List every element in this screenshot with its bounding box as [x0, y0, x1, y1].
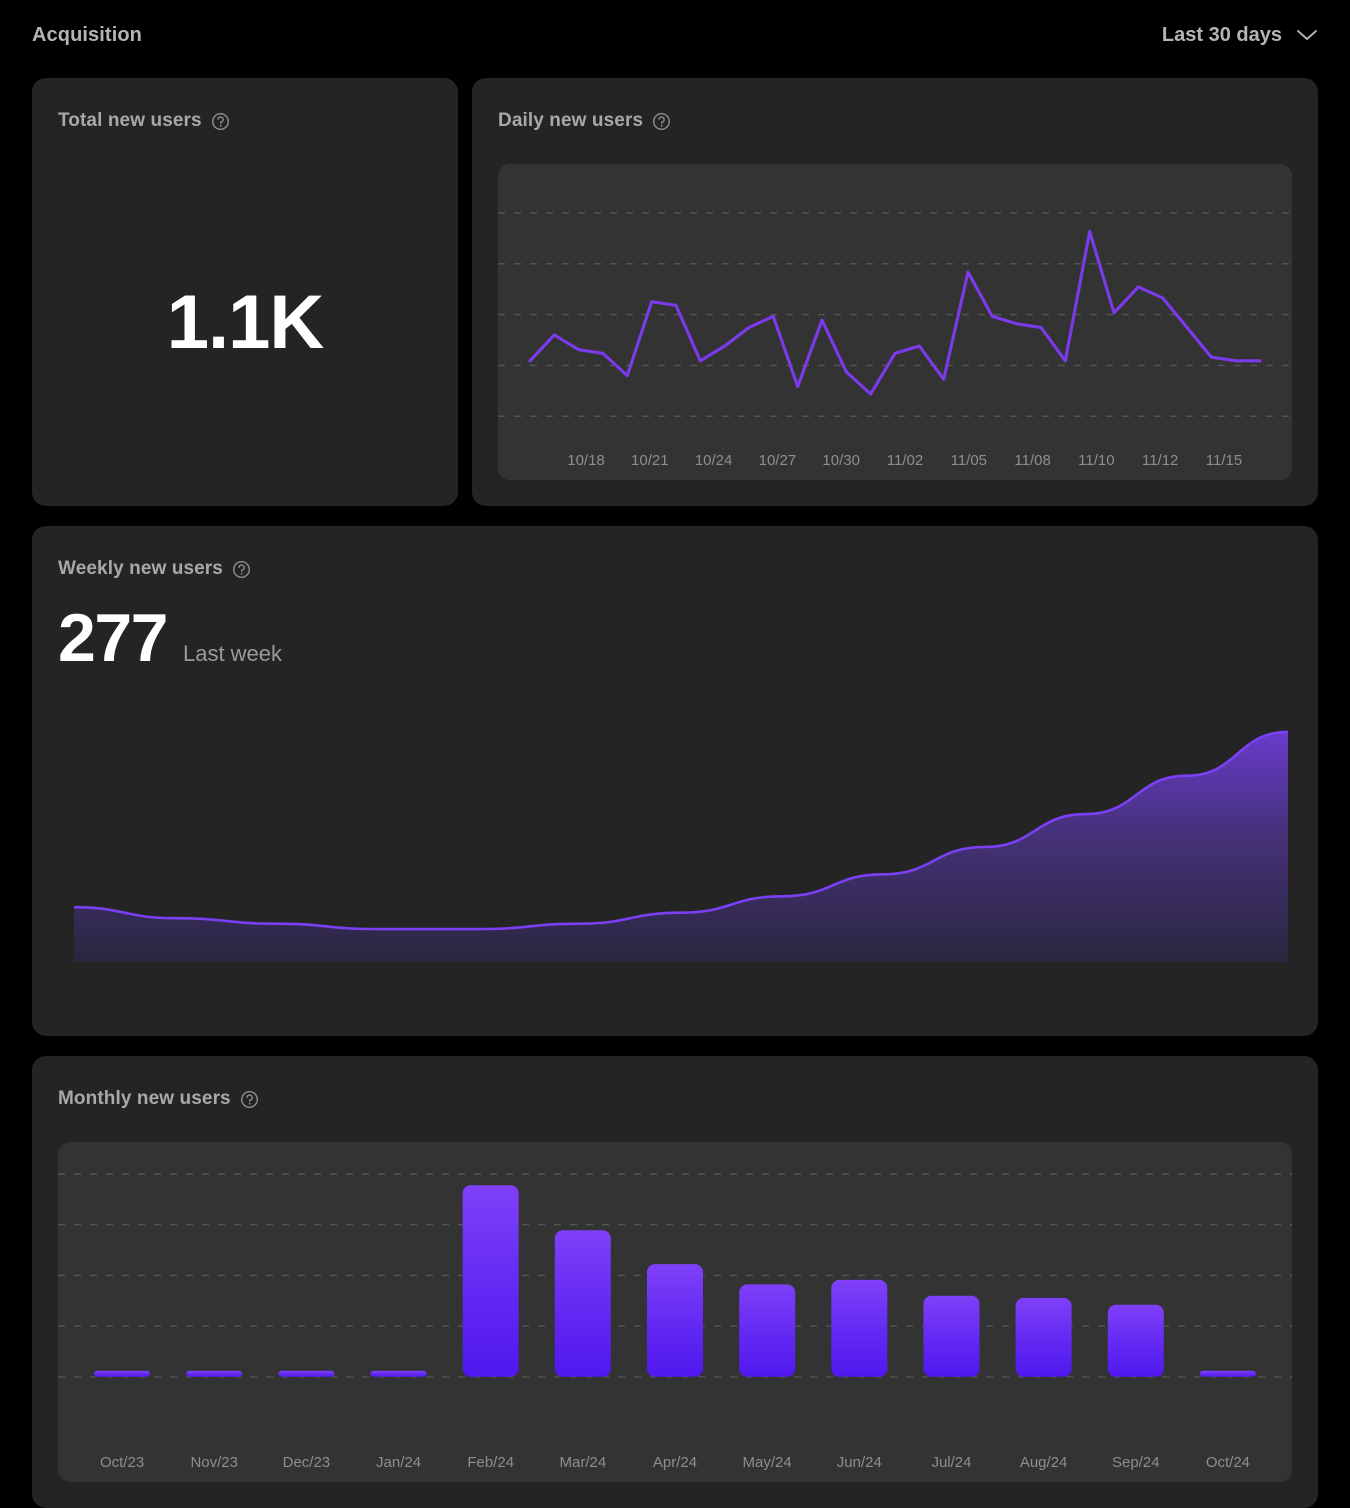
axis-tick-label: Oct/23: [99, 1454, 145, 1471]
axis-tick-label: 11/12: [1141, 452, 1179, 469]
dashboard-page: Acquisition Last 30 days Total new users…: [0, 0, 1350, 1508]
card-header: Daily new users: [498, 110, 671, 132]
axis-tick-label: Apr/24: [652, 1454, 698, 1471]
axis-tick-label: Mar/24: [559, 1454, 607, 1471]
card-title: Total new users: [58, 110, 202, 131]
page-title: Acquisition: [32, 23, 142, 46]
axis-tick-label: 10/27: [758, 452, 797, 469]
axis-tick-label: Jul/24: [931, 1454, 972, 1471]
axis-tick-label: Aug/24: [1019, 1454, 1068, 1471]
monthly-new-users-chart[interactable]: Oct/23 Nov/23 Dec/23 Jan/24 Feb/24 Mar/24 Apr/…: [58, 1142, 1292, 1482]
monthly-bar-chart-svg: [58, 1173, 1292, 1378]
axis-tick-label: 10/24: [694, 452, 733, 469]
date-range-dropdown[interactable]: Last 30 days: [1162, 24, 1318, 47]
page-header: Acquisition Last 30 days: [0, 0, 1350, 70]
card-header: Total new users: [58, 110, 230, 132]
axis-tick-label: Dec/23: [282, 1454, 331, 1471]
card-title: Weekly new users: [58, 558, 223, 579]
axis-tick-label: May/24: [742, 1454, 792, 1471]
axis-tick-label: 11/15: [1205, 452, 1243, 469]
card-header: Weekly new users: [58, 558, 251, 580]
axis-tick-label: Sep/24: [1111, 1454, 1160, 1471]
axis-tick-label: 11/02: [886, 452, 924, 469]
daily-new-users-chart[interactable]: 10/18 10/21 10/24 10/27 10/30 11/02 11/05 11/08…: [498, 164, 1292, 480]
help-circle-icon[interactable]: [240, 1090, 259, 1109]
daily-line-chart-svg: [498, 212, 1292, 417]
help-circle-icon[interactable]: [232, 560, 251, 579]
daily-x-axis-labels: 10/18 10/21 10/24 10/27 10/30 11/02 11/05 11/08…: [498, 452, 1292, 472]
weekly-area-chart-svg: [74, 730, 1288, 962]
axis-tick-label: Jun/24: [836, 1454, 882, 1471]
axis-tick-label: 10/30: [822, 452, 860, 469]
axis-tick-label: Oct/24: [1205, 1454, 1251, 1471]
total-new-users-value: 1.1K: [166, 280, 325, 365]
monthly-x-axis-labels: Oct/23 Nov/23 Dec/23 Jan/24 Feb/24 Mar/24 Apr/…: [58, 1454, 1292, 1474]
weekly-new-users-value: 277: [58, 600, 168, 676]
axis-tick-label: 10/18: [567, 452, 605, 469]
axis-tick-label: Feb/24: [467, 1454, 515, 1471]
card-weekly-new-users: Weekly new users 277 Last week: [32, 526, 1318, 1036]
card-monthly-new-users: Monthly new users Oct/23 Nov/23 Dec/23 Jan/…: [32, 1056, 1318, 1508]
axis-tick-label: Jan/24: [376, 1454, 422, 1471]
axis-tick-label: 11/10: [1078, 452, 1115, 469]
axis-tick-label: Nov/23: [190, 1454, 238, 1471]
weekly-new-users-chart[interactable]: [74, 696, 1288, 976]
card-total-new-users: Total new users 1.1K: [32, 78, 458, 506]
card-header: Monthly new users: [58, 1088, 259, 1110]
axis-tick-label: 11/05: [950, 452, 988, 469]
help-circle-icon[interactable]: [652, 112, 671, 131]
axis-tick-label: 11/08: [1014, 452, 1051, 469]
chevron-down-icon: [1296, 28, 1318, 42]
date-range-label: Last 30 days: [1161, 23, 1282, 46]
card-title: Monthly new users: [58, 1088, 231, 1109]
axis-tick-label: 10/21: [631, 452, 669, 469]
card-title: Daily new users: [498, 110, 644, 131]
card-daily-new-users: Daily new users 10/18 10/21 10/24 10/27 10/3…: [472, 78, 1318, 506]
weekly-metric-row: 277 Last week: [58, 604, 282, 672]
weekly-new-users-subtitle: Last week: [182, 641, 283, 666]
help-circle-icon[interactable]: [211, 112, 230, 131]
